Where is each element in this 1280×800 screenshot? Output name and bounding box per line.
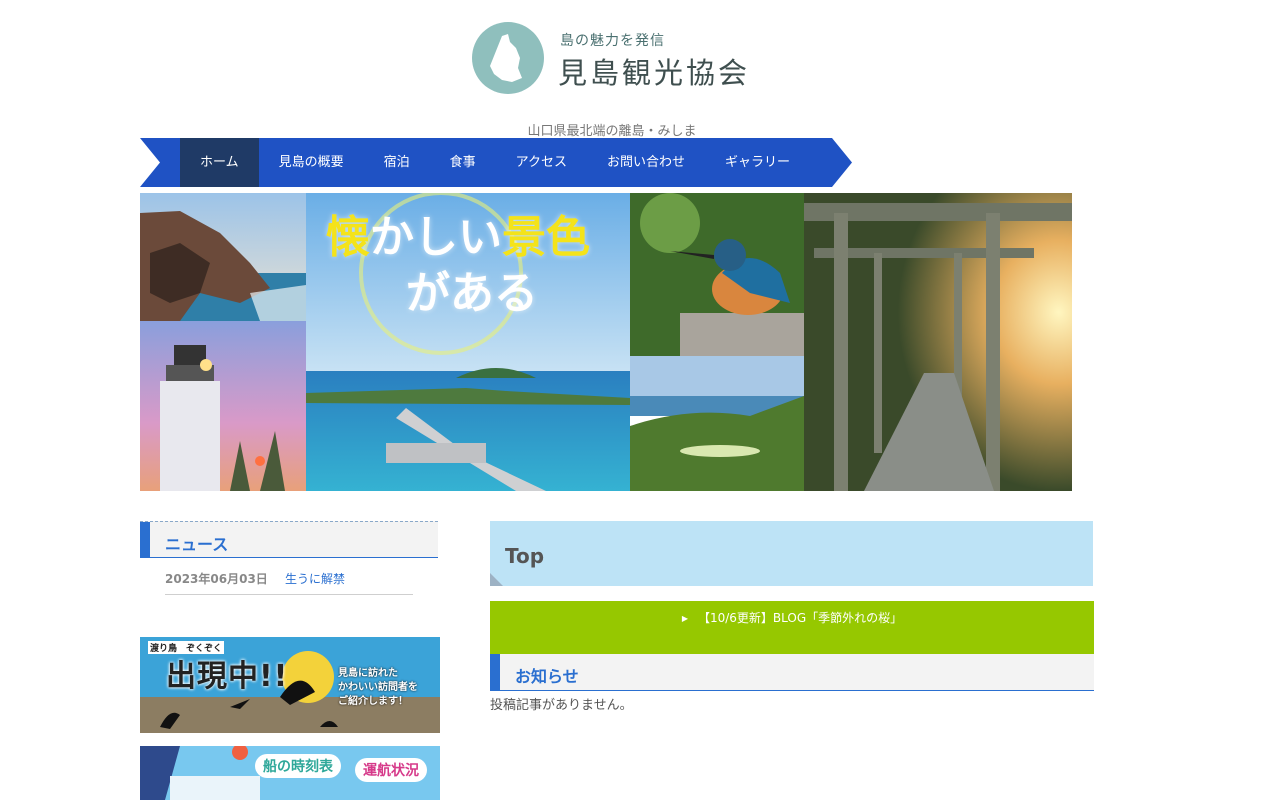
nav-item-contact[interactable]: お問い合わせ (587, 138, 705, 187)
hero-word-1: 懐 (326, 212, 370, 263)
hero-collage (140, 193, 1072, 491)
notice-heading: お知らせ (490, 654, 1094, 691)
site-logo[interactable]: 島の魅力を発信 見島観光協会 (472, 22, 762, 96)
hero-catchphrase: 懐かしい景色 がある (326, 210, 590, 322)
nav-item-overview[interactable]: 見島の概要 (259, 138, 364, 187)
ferry-timetable-banner[interactable]: 船の時刻表 運航状況 (140, 746, 440, 800)
migratory-birds-banner[interactable]: 渡り鳥 ぞくぞく 出現中!! 見島に訪れた かわいい訪問者を ご紹介します！ (140, 637, 440, 733)
news-heading: ニュース (140, 521, 438, 558)
blog-update-box: ▶ 【10/6更新】BLOG「季節外れの桜」 (490, 601, 1094, 655)
nav-item-access[interactable]: アクセス (496, 138, 587, 187)
news-date: 2023年06月03日 (165, 572, 268, 586)
main-nav: ホーム 見島の概要 宿泊 食事 アクセス お問い合わせ ギャラリー (140, 138, 852, 187)
logo-name: 見島観光協会 (558, 56, 751, 90)
banner-big-text: 出現中!! (166, 659, 289, 694)
page-title-box: Top (490, 521, 1093, 586)
coast-cliff-photo (140, 193, 306, 321)
news-link[interactable]: 生うに解禁 (285, 570, 345, 587)
lighthouse-photo (140, 321, 306, 491)
logo-tagline: 島の魅力を発信 (560, 33, 665, 49)
page-title: Top (505, 544, 545, 568)
nav-item-home[interactable]: ホーム (180, 138, 259, 187)
banner-description: 見島に訪れた かわいい訪問者を ご紹介します！ (338, 668, 418, 707)
no-posts-message: 投稿記事がありません。 (490, 698, 633, 713)
torii-path-photo (804, 193, 1072, 491)
news-item: 2023年06月03日 生うに解禁 (165, 570, 413, 595)
hero-word-3: 景色 (502, 212, 590, 263)
timetable-pill: 船の時刻表 (255, 754, 341, 778)
triangle-right-icon: ▶ (681, 614, 688, 623)
nav-item-gallery[interactable]: ギャラリー (705, 138, 810, 187)
rice-field-photo (630, 356, 804, 491)
kingfisher-photo (630, 193, 804, 356)
nav-item-dining[interactable]: 食事 (430, 138, 496, 187)
island-logo-icon (472, 22, 544, 94)
nav-item-lodging[interactable]: 宿泊 (364, 138, 430, 187)
hero-word-2: かしい (370, 212, 502, 263)
hero-word-4: がある (406, 268, 538, 319)
site-subtitle: 山口県最北端の離島・みしま (527, 124, 697, 139)
operation-status-pill: 運航状況 (355, 758, 427, 782)
blog-update-link[interactable]: ▶ 【10/6更新】BLOG「季節外れの桜」 (490, 609, 1094, 626)
